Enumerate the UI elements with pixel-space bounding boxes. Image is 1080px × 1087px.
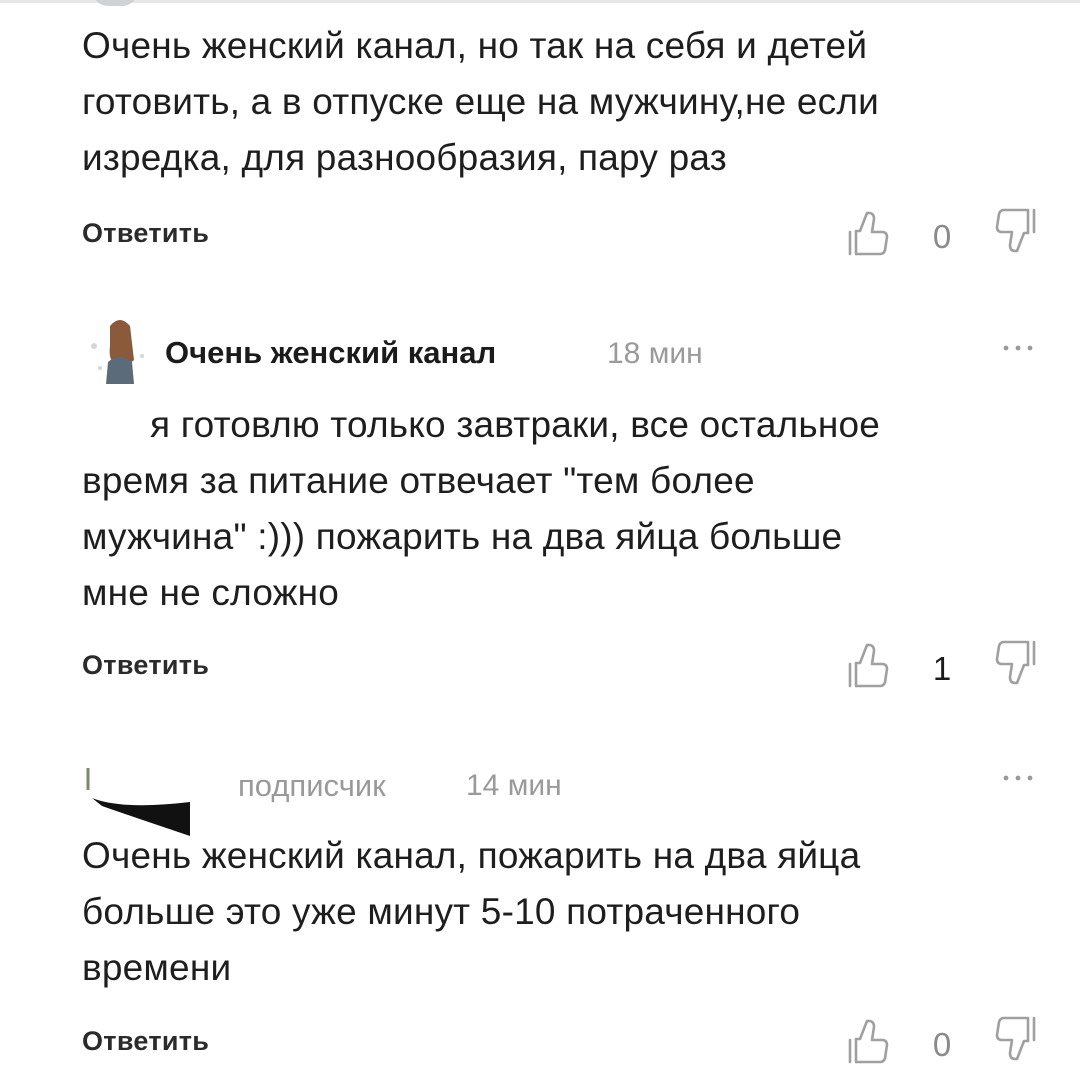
comment-1-line-3: изредка, для разнообразия, пару раз [82, 137, 727, 178]
comment-2-line-2: время за питание отвечает "тем более [82, 460, 755, 501]
avatar-image [82, 758, 197, 838]
more-options-icon[interactable] [998, 338, 1038, 358]
comment-2-text: я готовлю только завтраки, все остальное… [82, 397, 880, 621]
like-icon[interactable] [846, 642, 890, 690]
previous-avatar-fragment [92, 0, 138, 6]
reply-button[interactable]: Ответить [82, 650, 209, 681]
comment-author[interactable]: Очень женский канал [165, 335, 496, 371]
like-icon[interactable] [846, 1018, 890, 1066]
dislike-icon[interactable] [994, 638, 1038, 686]
more-options-icon[interactable] [998, 768, 1038, 788]
comment-1-line-1: Очень женский канал, но так на себя и де… [82, 25, 868, 66]
comment-1-text: Очень женский канал, но так на себя и де… [82, 18, 879, 186]
avatar[interactable] [82, 316, 152, 386]
comment-3-line-2: больше это уже минут 5-10 потраченного [82, 891, 801, 932]
like-count: 0 [932, 218, 952, 255]
comment-2-line-4: мне не сложно [82, 572, 340, 613]
comment-2-line-1: я готовлю только завтраки, все остальное [150, 404, 881, 445]
dislike-icon[interactable] [994, 206, 1038, 254]
avatar-image [82, 316, 152, 386]
avatar[interactable] [82, 758, 197, 838]
comment-time: 14 мин [466, 769, 562, 802]
comment-2-line-3: мужчина" :))) пожарить на два яйца больш… [82, 516, 843, 557]
like-count: 0 [932, 1026, 952, 1063]
dislike-icon[interactable] [994, 1014, 1038, 1062]
comment-time: 18 мин [607, 337, 703, 370]
like-icon[interactable] [846, 210, 890, 258]
like-count: 1 [932, 650, 952, 687]
comment-3-line-3: времени [82, 947, 232, 988]
reply-button[interactable]: Ответить [82, 1026, 209, 1057]
comment-3-line-1: Очень женский канал, пожарить на два яйц… [82, 835, 861, 876]
comment-1-line-2: готовить, а в отпуске еще на мужчину,не … [82, 81, 879, 122]
comment-3-text: Очень женский канал, пожарить на два яйц… [82, 828, 860, 996]
reply-button[interactable]: Ответить [82, 218, 209, 249]
top-divider [0, 0, 1080, 3]
comment-author[interactable]: подписчик [238, 768, 386, 804]
